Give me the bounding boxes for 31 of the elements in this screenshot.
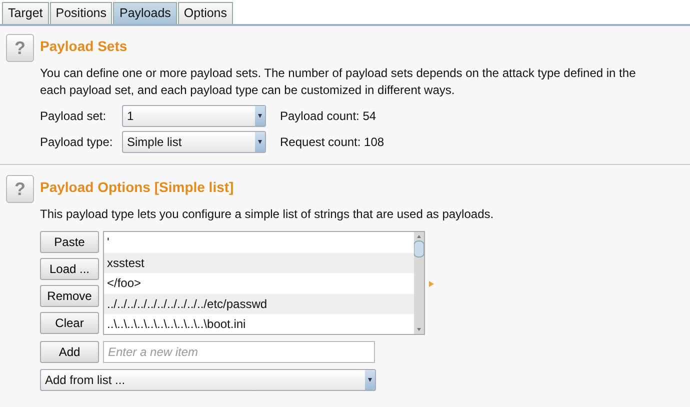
description-text: You can define one or more payload sets. The number of payload sets depends on the attack type defined in the each payload set, and each payload type can be customized in different ways. — [40, 65, 637, 99]
list-button[interactable]: Load ... — [40, 258, 99, 280]
count-text: Request count: 108 — [280, 134, 384, 151]
count-text: Payload count: 54 — [280, 108, 376, 125]
dropdown[interactable]: Simple list — [122, 131, 266, 153]
list-item[interactable]: xsstest — [104, 252, 414, 273]
scrollbar-drawing[interactable] — [414, 232, 424, 334]
dropdown-arrow-icon — [368, 377, 372, 383]
list-button[interactable]: Clear — [40, 312, 99, 334]
section-title: Payload Options [Simple list] — [40, 178, 235, 197]
description-text: This payload type lets you configure a simple list of strings that are used as payloads. — [40, 206, 495, 223]
section-title: Payload Sets — [40, 37, 128, 56]
list-item[interactable]: ..\..\..\..\..\..\..\..\..\..\boot.ini — [104, 314, 414, 334]
tab[interactable]: Positions — [50, 2, 112, 24]
tab[interactable]: Payloads — [113, 2, 177, 24]
dropdown-arrow-icon — [258, 113, 262, 119]
tab[interactable]: Options — [178, 2, 234, 24]
expand-arrow-icon[interactable] — [429, 280, 434, 287]
list-button[interactable]: Remove — [40, 285, 99, 307]
new-item-field[interactable]: Enter a new item — [103, 341, 375, 363]
list-button[interactable]: Paste — [40, 231, 99, 253]
add-from-list-dropdown[interactable]: Add from list ... — [40, 369, 376, 391]
list-item[interactable]: ' — [104, 232, 414, 252]
field-label: Payload type: — [40, 134, 114, 151]
field-label: Payload set: — [40, 108, 108, 125]
dropdown-arrow-icon — [258, 139, 262, 145]
list-item[interactable]: </foo> — [104, 273, 414, 294]
list-item[interactable]: ../../../../../../../../../../etc/passwd — [104, 294, 414, 314]
tab[interactable]: Target — [2, 2, 49, 24]
add-button[interactable]: Add — [40, 341, 99, 363]
dropdown[interactable]: 1 — [122, 105, 266, 127]
